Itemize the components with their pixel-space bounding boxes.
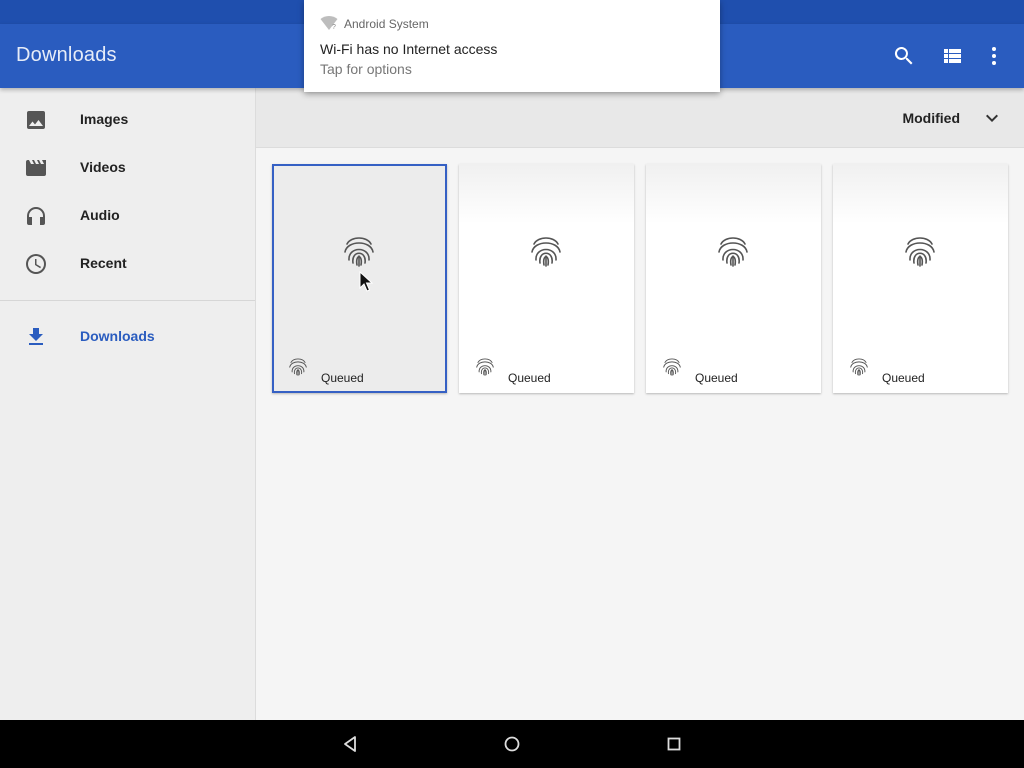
fingerprint-icon bbox=[849, 355, 869, 377]
sidebar-item-label: Audio bbox=[80, 207, 120, 223]
sort-dropdown[interactable]: Modified bbox=[902, 110, 960, 126]
fingerprint-icon bbox=[903, 232, 937, 268]
file-card[interactable]: Queued bbox=[833, 164, 1008, 393]
sidebar: Images Videos Audio Recent Downloads bbox=[0, 88, 256, 720]
file-card[interactable]: Queued bbox=[459, 164, 634, 393]
list-view-icon bbox=[944, 49, 961, 63]
file-card[interactable]: Queued bbox=[646, 164, 821, 393]
image-icon bbox=[24, 108, 48, 132]
fingerprint-icon bbox=[662, 355, 682, 377]
sidebar-item-images[interactable]: Images bbox=[0, 96, 255, 144]
app-title: Downloads bbox=[16, 44, 117, 66]
sidebar-item-recent[interactable]: Recent bbox=[0, 240, 255, 288]
back-button[interactable] bbox=[338, 732, 362, 756]
view-toggle-button[interactable] bbox=[936, 40, 968, 72]
notification-title: Wi-Fi has no Internet access bbox=[320, 41, 498, 57]
back-triangle-icon bbox=[344, 736, 356, 752]
notification-card[interactable]: ? Android System Wi-Fi has no Internet a… bbox=[304, 0, 720, 92]
card-thumbnail bbox=[459, 164, 634, 224]
search-icon bbox=[894, 47, 913, 65]
sidebar-divider bbox=[0, 300, 255, 301]
headphones-icon bbox=[24, 204, 48, 228]
sidebar-item-label: Videos bbox=[80, 159, 126, 175]
chevron-down-icon bbox=[986, 114, 998, 122]
file-status: Queued bbox=[508, 371, 551, 385]
home-circle-icon bbox=[504, 736, 520, 752]
file-status: Queued bbox=[882, 371, 925, 385]
file-grid: Queued Queued Queued Queued bbox=[256, 148, 1024, 720]
search-button[interactable] bbox=[888, 40, 920, 72]
fingerprint-icon bbox=[288, 355, 308, 377]
fingerprint-icon bbox=[716, 232, 750, 268]
svg-text:?: ? bbox=[332, 24, 336, 31]
mouse-cursor-icon bbox=[359, 270, 374, 293]
file-status: Queued bbox=[321, 371, 364, 385]
download-icon bbox=[24, 325, 48, 349]
more-options-button[interactable] bbox=[978, 40, 1010, 72]
sort-chevron-button[interactable] bbox=[980, 106, 1004, 130]
clock-icon bbox=[24, 252, 48, 276]
card-thumbnail bbox=[646, 164, 821, 224]
sort-bar: Modified bbox=[256, 88, 1024, 148]
card-thumbnail bbox=[274, 166, 445, 226]
file-status: Queued bbox=[695, 371, 738, 385]
recents-square-icon bbox=[667, 737, 681, 751]
sidebar-item-videos[interactable]: Videos bbox=[0, 144, 255, 192]
sidebar-item-label: Recent bbox=[80, 255, 127, 271]
notification-app-name: Android System bbox=[344, 17, 429, 31]
sidebar-item-label: Downloads bbox=[80, 328, 155, 344]
recents-button[interactable] bbox=[662, 732, 686, 756]
home-button[interactable] bbox=[500, 732, 524, 756]
sidebar-item-downloads[interactable]: Downloads bbox=[0, 313, 255, 361]
fingerprint-icon bbox=[475, 355, 495, 377]
card-thumbnail bbox=[833, 164, 1008, 224]
fingerprint-icon bbox=[342, 232, 376, 268]
system-nav-bar bbox=[0, 720, 1024, 768]
fingerprint-icon bbox=[529, 232, 563, 268]
more-vert-icon bbox=[992, 47, 996, 65]
sidebar-item-audio[interactable]: Audio bbox=[0, 192, 255, 240]
notification-text: Tap for options bbox=[320, 61, 412, 77]
wifi-question-icon: ? bbox=[320, 15, 338, 31]
sidebar-item-label: Images bbox=[80, 111, 129, 127]
movie-icon bbox=[24, 156, 48, 180]
